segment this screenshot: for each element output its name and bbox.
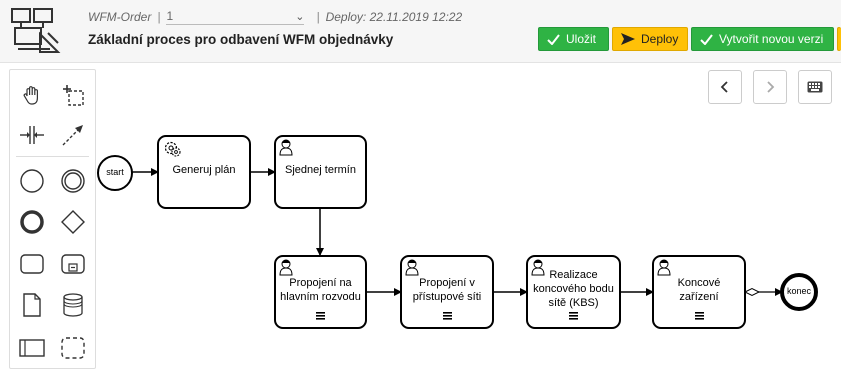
save-button[interactable]: Uložit	[538, 27, 609, 51]
more-button[interactable]	[837, 27, 841, 51]
meta-row: WFM-Order | 1 ⌄ | Deploy: 22.11.2019 12:…	[88, 9, 462, 25]
multi-instance-marker-icon	[569, 312, 578, 320]
palette-separator	[16, 156, 89, 157]
version-select[interactable]: 1 ⌄	[166, 9, 305, 25]
intermediate-event-icon[interactable]	[58, 166, 88, 196]
separator: |	[316, 10, 320, 24]
data-object-icon[interactable]	[17, 290, 47, 320]
deploy-date: Deploy: 22.11.2019 12:22	[325, 10, 463, 24]
task-label: Propojení v přístupové síti	[412, 277, 482, 303]
chevron-down-icon: ⌄	[295, 10, 305, 23]
group-icon[interactable]	[58, 333, 88, 363]
task-label: Koncové zařízení	[677, 277, 721, 303]
multi-instance-marker-icon	[695, 312, 704, 320]
user-icon	[279, 259, 293, 276]
task-icon[interactable]	[17, 249, 47, 279]
lasso-tool-icon[interactable]	[58, 80, 88, 110]
task-label: Sjednej termín	[285, 164, 356, 177]
task-label: Generuj plán	[172, 164, 236, 177]
chevron-right-icon	[767, 81, 775, 93]
new-version-button[interactable]: Vytvořit novou verzi	[691, 27, 834, 51]
gear-icon	[164, 141, 181, 157]
user-icon	[279, 139, 293, 156]
multi-instance-marker-icon	[443, 312, 452, 320]
start-event-label: start	[106, 167, 124, 177]
check-icon	[700, 33, 713, 45]
end-event-icon[interactable]	[17, 207, 47, 237]
separator: |	[157, 10, 161, 24]
multi-instance-marker-icon	[316, 312, 325, 320]
subprocess-icon[interactable]	[58, 249, 88, 279]
previous-button[interactable]	[708, 70, 742, 104]
save-button-label: Uložit	[566, 32, 597, 46]
end-event-label: konec	[786, 286, 812, 296]
task-label: Propojení na hlavním rozvodu	[280, 277, 361, 303]
process-designer-logo-icon	[11, 8, 61, 53]
deploy-button-label: Deploy	[641, 32, 679, 46]
space-tool-icon[interactable]	[17, 120, 47, 150]
send-icon	[621, 33, 635, 45]
new-version-button-label: Vytvořit novou verzi	[719, 32, 824, 46]
pool-icon[interactable]	[17, 333, 47, 363]
gateway-icon[interactable]	[58, 207, 88, 237]
user-icon	[657, 259, 671, 276]
check-icon	[547, 33, 560, 45]
keyboard-icon	[807, 81, 823, 93]
header-bar: WFM-Order | 1 ⌄ | Deploy: 22.11.2019 12:…	[0, 0, 841, 63]
app-name: WFM-Order	[88, 10, 152, 24]
deploy-button[interactable]: Deploy	[612, 27, 688, 51]
connect-tool-icon[interactable]	[58, 120, 88, 150]
chevron-left-icon	[720, 81, 728, 93]
process-title: Základní proces pro odbavení WFM objedná…	[88, 32, 394, 47]
tool-palette	[9, 69, 96, 369]
keyboard-shortcuts-button[interactable]	[798, 70, 832, 104]
task-label: Realizace koncového bodu sítě (KBS)	[533, 269, 614, 309]
next-button[interactable]	[753, 70, 787, 104]
hand-tool-icon[interactable]	[17, 80, 47, 110]
version-value: 1	[166, 9, 174, 23]
start-event-icon[interactable]	[17, 166, 47, 196]
data-store-icon[interactable]	[58, 290, 88, 320]
user-icon	[405, 259, 419, 276]
